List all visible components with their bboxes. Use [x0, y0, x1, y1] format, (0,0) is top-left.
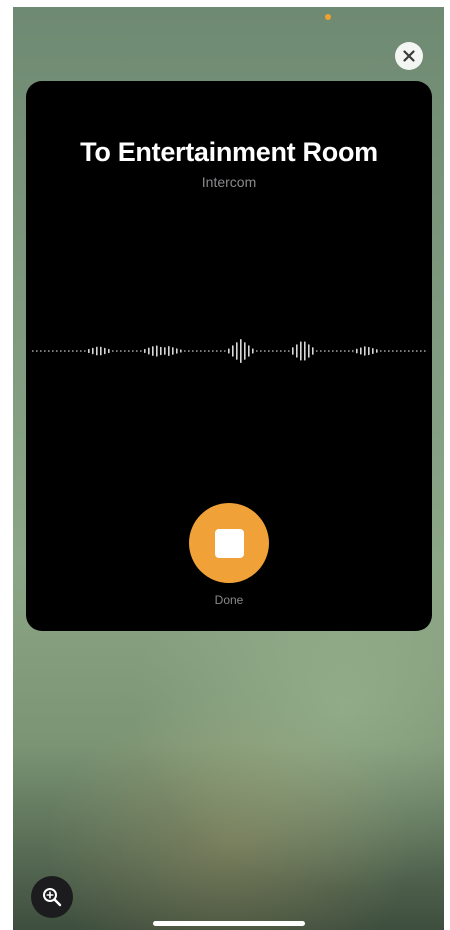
home-indicator[interactable] [153, 921, 305, 926]
done-label: Done [214, 593, 244, 607]
stop-icon [214, 528, 244, 558]
close-icon [403, 50, 415, 62]
intercom-subtitle: Intercom [201, 174, 257, 190]
recording-indicator-dot [325, 14, 331, 20]
zoom-in-icon [43, 888, 62, 907]
close-button[interactable] [395, 42, 423, 70]
audio-waveform [32, 339, 426, 363]
intercom-title: To Entertainment Room [80, 137, 378, 167]
intercom-card: To Entertainment Room Intercom Done [26, 81, 432, 631]
lock-screen: To Entertainment Room Intercom Done [13, 7, 444, 930]
zoom-button[interactable] [31, 876, 73, 918]
done-button[interactable] [189, 503, 269, 583]
